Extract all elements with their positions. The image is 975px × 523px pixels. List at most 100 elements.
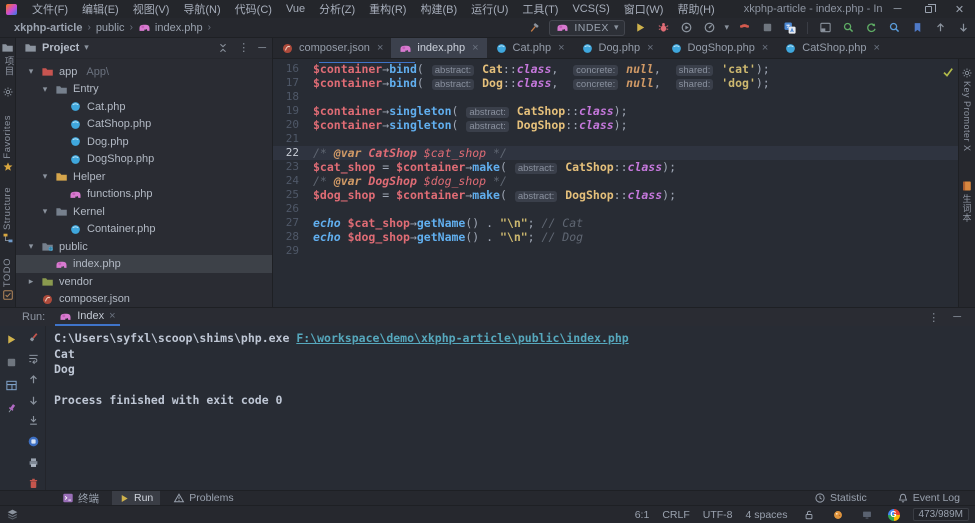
breadcrumb-item-2[interactable]: index.php [138, 21, 203, 34]
tree-item-helper[interactable]: ▾Helper [16, 168, 272, 186]
arrow-up-icon[interactable] [932, 20, 948, 36]
tool-window-icon[interactable] [817, 20, 833, 36]
code-line-24[interactable]: 24/* @var DogShop $dog_shop */ [273, 174, 975, 188]
translate-icon[interactable] [782, 20, 798, 36]
close-icon[interactable]: ✕ [944, 0, 975, 18]
menu-item-9[interactable]: 运行(U) [464, 0, 515, 19]
hide-panel-icon[interactable]: ─ [953, 311, 961, 323]
tree-item-kernel[interactable]: ▾Kernel [16, 203, 272, 221]
arrow-up-icon[interactable] [26, 373, 42, 387]
editor-tab-index-php[interactable]: index.php× [391, 38, 486, 58]
left-strip-item-1[interactable] [2, 86, 14, 98]
trash-icon[interactable] [26, 476, 42, 490]
status-widget-2[interactable]: UTF-8 [703, 509, 733, 521]
more-options-icon[interactable]: ⋮ [928, 311, 939, 324]
tree-item-container-php[interactable]: Container.php [16, 220, 272, 238]
pin-icon[interactable] [3, 400, 19, 416]
collapse-all-icon[interactable] [217, 42, 229, 54]
softwrap-icon[interactable] [26, 352, 42, 366]
code-line-21[interactable]: 21 [273, 132, 975, 146]
chevron-down-icon[interactable]: ▾ [40, 84, 50, 95]
menu-item-6[interactable]: 分析(Z) [312, 0, 362, 19]
coverage-icon[interactable] [678, 20, 694, 36]
brush-icon[interactable] [26, 331, 42, 345]
run-icon[interactable] [632, 20, 648, 36]
editor-tab-Dog-php[interactable]: Dog.php× [573, 38, 662, 58]
status-widget-3[interactable]: 4 spaces [745, 509, 787, 521]
chevron-down-icon[interactable]: ▾ [26, 241, 36, 252]
phone-icon[interactable] [736, 20, 752, 36]
menu-item-5[interactable]: Vue [279, 1, 312, 17]
editor-tab-Cat-php[interactable]: Cat.php× [487, 38, 573, 58]
right-strip-item-1[interactable]: 生词本 [961, 180, 974, 223]
arrow-down-icon[interactable] [26, 393, 42, 407]
search-blue-icon[interactable] [886, 20, 902, 36]
tree-item-entry[interactable]: ▾Entry [16, 80, 272, 98]
lock-open-icon[interactable] [801, 507, 817, 523]
breadcrumb-item-1[interactable]: public [96, 22, 125, 34]
editor-tab-composer-json[interactable]: composer.json× [273, 38, 391, 58]
code-line-19[interactable]: 19$container→singleton( abstract: CatSho… [273, 104, 975, 118]
minimize-icon[interactable]: ─ [882, 0, 913, 18]
menu-item-13[interactable]: 帮助(H) [670, 0, 721, 19]
close-icon[interactable]: × [647, 42, 653, 54]
maximize-icon[interactable] [913, 0, 944, 18]
code-line-20[interactable]: 20$container→singleton( abstract: DogSho… [273, 118, 975, 132]
menu-item-10[interactable]: 工具(T) [515, 0, 565, 19]
left-strip-item-favorites[interactable]: Favorites [2, 115, 14, 173]
arrow-down-icon[interactable] [955, 20, 971, 36]
toolwindow-button-run[interactable]: Run [112, 491, 160, 506]
editor-tab-DogShop-php[interactable]: DogShop.php× [662, 38, 777, 58]
restore-layout-icon[interactable] [3, 377, 19, 393]
profiler-icon[interactable] [701, 20, 717, 36]
close-icon[interactable]: × [762, 42, 768, 54]
memory-indicator[interactable]: 473/989M [913, 508, 969, 521]
run-tab-index[interactable]: Index × [55, 308, 119, 326]
palette-icon[interactable] [830, 507, 846, 523]
tree-item-cat-php[interactable]: Cat.php [16, 98, 272, 116]
run-icon[interactable] [3, 331, 19, 347]
menu-item-0[interactable]: 文件(F) [25, 0, 75, 19]
close-icon[interactable]: × [558, 42, 564, 54]
status-widget-1[interactable]: CRLF [662, 509, 689, 521]
tree-item-app[interactable]: ▾appApp\ [16, 63, 272, 81]
code-line-23[interactable]: 23$cat_shop = $container→make( abstract:… [273, 160, 975, 174]
status-widget-0[interactable]: 6:1 [635, 509, 650, 521]
close-icon[interactable]: × [472, 42, 478, 54]
code-editor[interactable]: 16$container→bind( abstract: Cat::class,… [273, 59, 975, 307]
left-strip-item-structure[interactable]: Structure [2, 187, 14, 244]
code-line-25[interactable]: 25$dog_shop = $container→make( abstract:… [273, 188, 975, 202]
chevron-down-icon[interactable]: ▾ [40, 171, 50, 182]
tree-item-catshop-php[interactable]: CatShop.php [16, 115, 272, 133]
printer-icon[interactable] [26, 456, 42, 470]
close-icon[interactable]: × [873, 42, 879, 54]
hide-panel-icon[interactable]: ─ [258, 42, 266, 54]
tool-window-switcher-icon[interactable] [6, 508, 19, 521]
tree-item-public[interactable]: ▾public [16, 238, 272, 256]
inspection-ok-icon[interactable] [941, 65, 955, 79]
code-line-22[interactable]: 22/* @var CatShop $cat_shop */ [273, 146, 975, 160]
chevron-down-icon[interactable]: ▾ [40, 206, 50, 217]
toolwindow-button-event-log[interactable]: Event Log [890, 491, 967, 506]
chevron-down-icon[interactable]: ▾ [614, 22, 619, 33]
tree-item-composer-json[interactable]: composer.json [16, 290, 272, 307]
menu-item-7[interactable]: 重构(R) [362, 0, 413, 19]
menu-item-12[interactable]: 窗口(W) [617, 0, 671, 19]
chevron-down-icon[interactable]: ▾ [724, 22, 729, 33]
code-line-26[interactable]: 26 [273, 202, 975, 216]
hammer-icon[interactable] [526, 20, 542, 36]
chevron-right-icon[interactable]: ▸ [26, 276, 36, 287]
run-configuration-selector[interactable]: INDEX▾ [549, 20, 625, 36]
code-line-18[interactable]: 18 [273, 90, 975, 104]
sync-icon[interactable] [863, 20, 879, 36]
menu-item-1[interactable]: 编辑(E) [75, 0, 126, 19]
bookmark-icon[interactable] [909, 20, 925, 36]
right-strip-item-0[interactable]: Key Promoter X [961, 67, 973, 152]
chevron-down-icon[interactable]: ▾ [84, 42, 89, 53]
tree-item-functions-php[interactable]: functions.php [16, 185, 272, 203]
google-translate-icon[interactable]: G [888, 509, 900, 521]
menu-item-3[interactable]: 导航(N) [176, 0, 227, 19]
stop-gray-icon[interactable] [3, 354, 19, 370]
close-icon[interactable]: × [109, 310, 115, 322]
left-strip-item-todo[interactable]: TODO [2, 258, 14, 301]
